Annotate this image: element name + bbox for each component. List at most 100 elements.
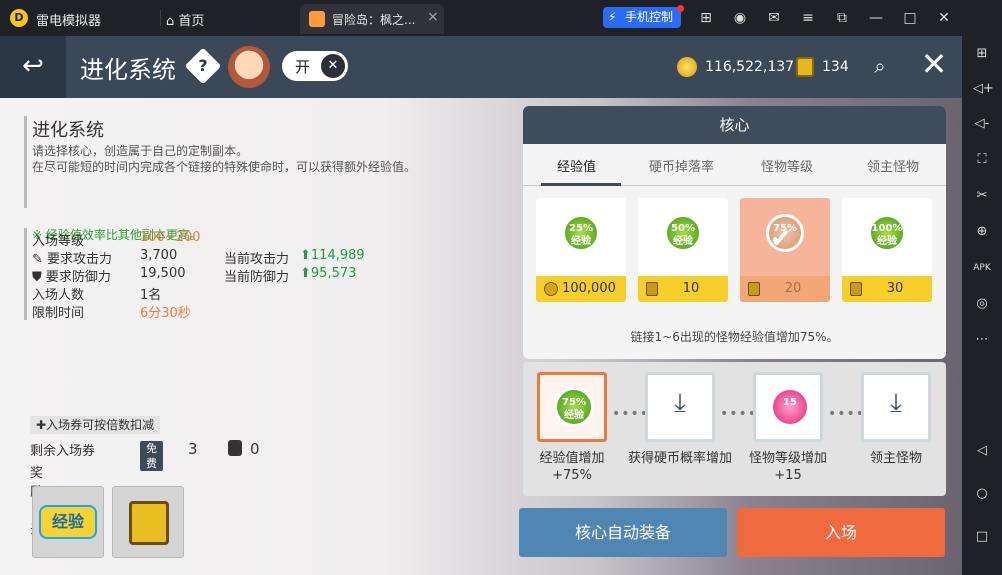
divider [24, 116, 27, 208]
card-price: 100,000 [536, 276, 626, 302]
checkmark-icon: ✔ [770, 224, 792, 254]
gamepad-icon[interactable]: ⊞ [697, 9, 715, 27]
slot-label: 领主怪物 [869, 451, 922, 466]
time-value: 6分30秒 [140, 306, 191, 321]
emulator-sidebar: ⊞ ◁+ ◁- ⛶ ✂ ⊕ APK ◎ ⋯ ◁ ○ □ [962, 0, 1002, 575]
slot-label: 怪物等级增加 +15 [748, 451, 827, 483]
slot-coin[interactable]: ⤓ [645, 372, 715, 442]
tab-exp[interactable]: 经验值 [557, 156, 596, 175]
home-tab-label: 首页 [178, 14, 205, 29]
core-card[interactable]: 100% 经验 30 [842, 198, 932, 302]
core-slots: 75% 经验 ••••• ⤓ ••••• 15 ••••• ⤓ 经验值增加 +75… [523, 362, 946, 496]
emulator-title-bar: D 雷电模拟器 ⌂ 首页 冒险岛：枫之... × 手机控制 ⊞ ◉ ✉ ≡ ⧉ … [0, 0, 962, 36]
active-tab-indicator [541, 183, 621, 186]
monster-level-icon: 15 [770, 387, 810, 427]
req-def-row: ⛊ 要求防御力 [32, 270, 111, 285]
card-price: 20 [740, 276, 830, 302]
back-nav-icon[interactable]: ◁ [973, 442, 991, 460]
restore-window-icon[interactable]: ⧉ [833, 9, 851, 27]
entry-level-value: 100~200 [140, 230, 201, 245]
ticket-icon [228, 440, 242, 456]
search-coin-icon[interactable]: ⌕ [866, 54, 894, 80]
cur-atk-label: 当前攻击力 [224, 252, 290, 267]
character-avatar [228, 46, 270, 88]
core-card-selected[interactable]: 75% ✔ 20 [740, 198, 830, 302]
ticket-count: 0 [250, 440, 260, 458]
auto-equip-button[interactable]: 核心自动装备 [519, 508, 727, 557]
minimize-icon[interactable]: — [867, 9, 885, 27]
exp-25-icon: 25% 经验 [562, 214, 600, 252]
emulator-app-name: 雷电模拟器 [36, 14, 102, 29]
tab-boss-monster[interactable]: 领主怪物 [867, 156, 919, 175]
gem-coin-icon [129, 501, 169, 545]
scissors-icon[interactable]: ✂ [973, 187, 991, 205]
toggle-label: 开 [295, 58, 311, 76]
screenshot-icon[interactable]: ⛶ [973, 151, 991, 169]
tab-coin-drop[interactable]: 硬币掉落率 [649, 156, 714, 175]
core-card[interactable]: 25% 经验 100,000 [536, 198, 626, 302]
menu-icon[interactable]: ≡ [799, 9, 817, 27]
req-atk-row: ✎ 要求攻击力 [32, 252, 113, 267]
home-tab[interactable]: ⌂ 首页 [166, 10, 204, 29]
volume-down-icon[interactable]: ◁- [973, 115, 991, 133]
download-icon: ⤓ [890, 388, 902, 418]
game-tab-title: 冒险岛：枫之... [332, 13, 416, 27]
section-heading: 进化系统 [32, 120, 104, 141]
notification-dot [677, 5, 685, 12]
cur-def-value: ⬆95,573 [300, 266, 357, 281]
plus-icon: ✚ [36, 418, 47, 432]
more-icon[interactable]: ⋯ [973, 331, 991, 349]
home-nav-icon[interactable]: ○ [973, 485, 991, 503]
divider [24, 228, 27, 320]
tab-close-icon[interactable]: × [427, 9, 439, 25]
volume-up-icon[interactable]: ◁+ [973, 80, 994, 98]
back-arrow-icon[interactable]: ↩ [0, 36, 66, 98]
add-icon[interactable]: ⊕ [973, 223, 991, 241]
slot-monster-level[interactable]: 15 [753, 372, 823, 442]
gem-coin-icon [796, 57, 814, 77]
exp-100-icon: 100% 经验 [868, 214, 906, 252]
multi-instance-icon[interactable]: ⊞ [973, 45, 991, 63]
recents-nav-icon[interactable]: □ [973, 528, 991, 546]
slot-boss[interactable]: ⤓ [861, 372, 931, 442]
core-card[interactable]: 50% 经验 10 [638, 198, 728, 302]
apk-icon[interactable]: APK [973, 259, 991, 277]
maximize-icon[interactable]: □ [901, 9, 919, 27]
game-tab[interactable]: 冒险岛：枫之... × [300, 4, 444, 34]
up-arrow-icon: ⬆ [300, 266, 311, 281]
location-icon[interactable]: ◎ [973, 295, 991, 313]
description: 请选择核心，创造属于自己的定制副本。 在尽可能短的时间内完成各个链接的特殊使命时… [32, 144, 417, 174]
phone-control-label: 手机控制 [625, 10, 674, 24]
free-count: 3 [188, 440, 198, 458]
close-icon[interactable]: ✕ [917, 48, 951, 82]
page-title: 进化系统 [80, 56, 176, 84]
up-arrow-icon: ⬆ [300, 248, 311, 263]
shield-icon: ⛊ [32, 270, 46, 285]
tab-monster-level[interactable]: 怪物等级 [761, 156, 813, 175]
account-icon[interactable]: ◉ [731, 9, 749, 27]
swords-icon: ✕ [321, 54, 345, 78]
meso-coin-icon [677, 57, 697, 77]
exp-50-icon: 50% 经验 [664, 214, 702, 252]
core-panel: 核心 经验值 硬币掉落率 怪物等级 领主怪物 25% 经验 100,000 50… [523, 106, 946, 359]
slot-label: 经验值增加 +75% [539, 451, 605, 483]
game-header: ↩ 进化系统 ? 开 ✕ 116,522,137 134 ⌕ ✕ [0, 36, 962, 98]
slot-exp[interactable]: 75% 经验 [537, 372, 607, 442]
reward-item-gem[interactable] [112, 486, 184, 558]
phone-control-button[interactable]: 手机控制 [603, 5, 685, 28]
enter-button[interactable]: 入场 [737, 508, 945, 557]
emulator-logo-icon: D [10, 9, 28, 27]
sword-icon: ✎ [32, 252, 48, 267]
remaining-tickets-label: 剩余入场券 [30, 444, 96, 459]
mail-icon[interactable]: ✉ [765, 9, 783, 27]
help-icon[interactable]: ? [184, 47, 222, 85]
reward-item-exp[interactable]: 经验 [32, 486, 104, 558]
players-label: 入场人数 [32, 288, 85, 303]
core-description: 链接1~6出现的怪物经验值增加75%。 [630, 330, 839, 344]
close-window-icon[interactable]: ✕ [935, 9, 953, 27]
card-price: 30 [842, 276, 932, 302]
cur-atk-value: ⬆114,989 [300, 248, 365, 263]
game-screen: ↩ 进化系统 ? 开 ✕ 116,522,137 134 ⌕ ✕ 进化系统 请选… [0, 36, 962, 575]
multiplier-hint[interactable]: ✚入场券可按倍数扣减 [30, 416, 161, 434]
toggle-switch[interactable]: 开 ✕ [282, 51, 348, 81]
